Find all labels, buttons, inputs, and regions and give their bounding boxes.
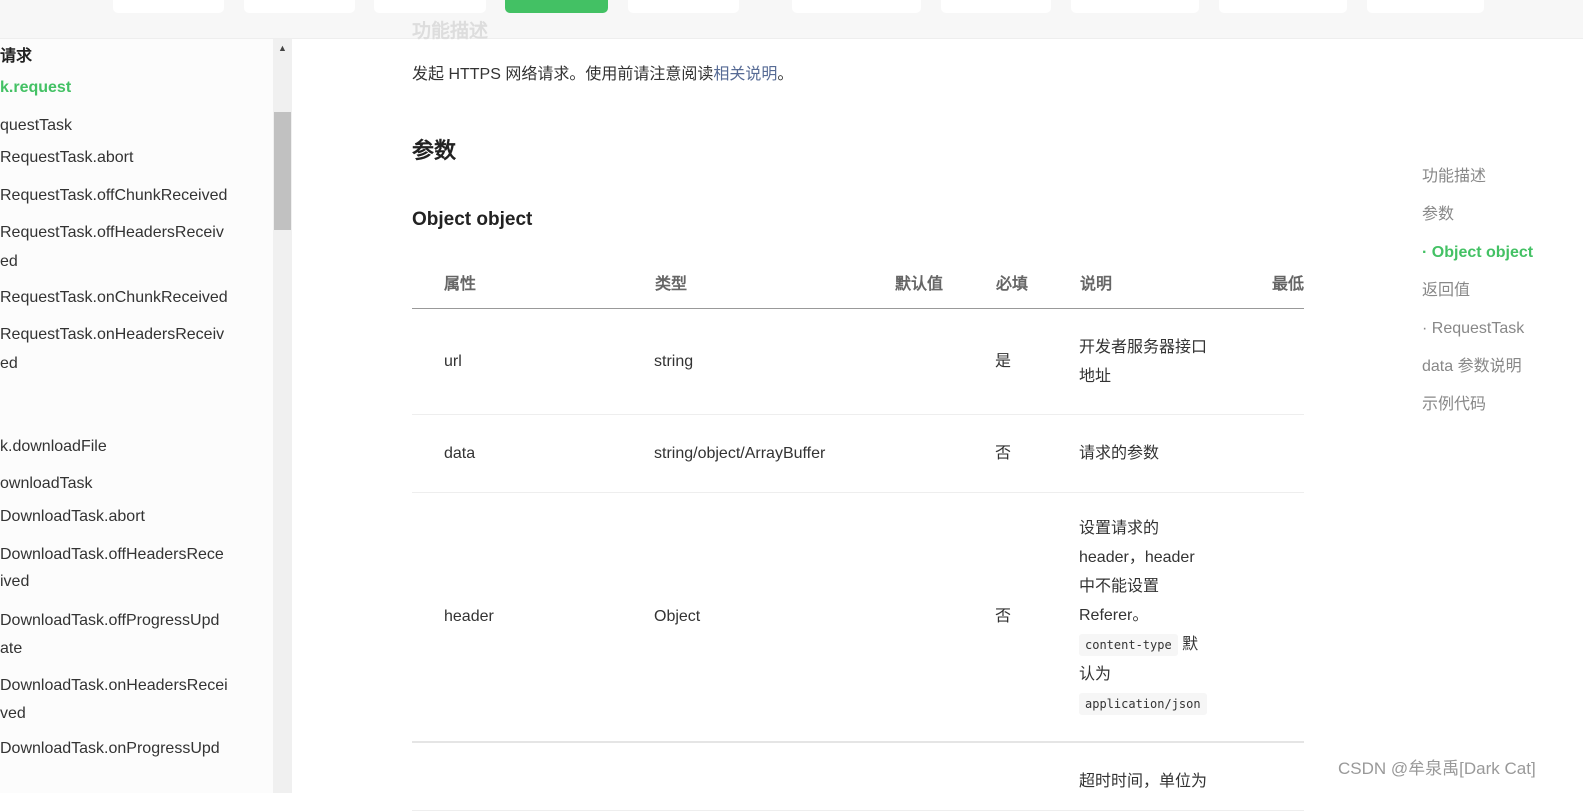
nav-tab[interactable] (1071, 0, 1199, 13)
cell-name: data (412, 414, 654, 493)
sidebar-item[interactable]: RequestTask.offHeadersReceiv (0, 219, 224, 247)
cell-name: header (412, 492, 654, 742)
nav-tab[interactable] (792, 0, 921, 13)
sidebar-item[interactable]: k.request (0, 74, 71, 102)
sidebar-item[interactable]: ownloadTask (0, 470, 93, 498)
desc-text: 设置请求的 header，header 中不能设置 Referer。 (1079, 520, 1195, 625)
section-title-ghost: 功能描述 (412, 21, 489, 42)
cell-default (894, 414, 995, 493)
params-heading: 参数 (412, 138, 457, 163)
sidebar-item[interactable]: ed (0, 350, 18, 378)
sidebar-item[interactable]: ed (0, 248, 18, 276)
toc-item[interactable]: 示例代码 (1422, 393, 1533, 431)
scroll-up-arrow-icon[interactable]: ▲ (278, 43, 287, 53)
sidebar-item[interactable]: DownloadTask.onProgressUpd (0, 735, 220, 763)
sidebar-item[interactable]: 请求 (0, 43, 32, 71)
table-row: data string/object/ArrayBuffer 否 请求的参数 (412, 414, 1304, 493)
sidebar-item[interactable]: RequestTask.onChunkReceived (0, 284, 228, 312)
sidebar-item[interactable]: ate (0, 635, 22, 663)
params-table: 属性 类型 默认值 必填 说明 最低 url string 是 开发者服务器接口… (412, 256, 1304, 811)
cell-required: 是 (995, 308, 1079, 415)
related-docs-link[interactable]: 相关说明 (713, 66, 777, 83)
sidebar-item[interactable]: ived (0, 568, 29, 596)
sidebar-item[interactable]: RequestTask.offChunkReceived (0, 182, 227, 210)
cell-desc: 超时时间，单位为 (1079, 741, 1271, 811)
toc-item[interactable]: · RequestTask (1422, 317, 1533, 355)
cell-desc: 开发者服务器接口地址 (1079, 308, 1271, 415)
description-text: 发起 HTTPS 网络请求。使用前请注意阅读 (412, 66, 714, 83)
cell-type: string (654, 308, 894, 415)
object-heading: Object object (412, 209, 533, 230)
cell-desc: 设置请求的 header，header 中不能设置 Referer。 conte… (1079, 492, 1271, 742)
sidebar-item[interactable]: RequestTask.abort (0, 144, 133, 172)
sidebar-nav: 请求 k.request questTask RequestTask.abort Req… (0, 39, 273, 793)
col-header: 默认值 (894, 256, 995, 309)
table-of-contents: 功能描述 参数 · Object object 返回值 · RequestTask dat… (1422, 165, 1533, 431)
nav-tab[interactable] (113, 0, 224, 13)
sidebar-item[interactable]: DownloadTask.offProgressUpd (0, 607, 219, 635)
sidebar-item[interactable]: RequestTask.onHeadersReceiv (0, 321, 224, 349)
nav-tab[interactable] (244, 0, 355, 13)
sidebar-item[interactable]: ved (0, 700, 26, 728)
nav-tab[interactable] (1219, 0, 1347, 13)
table-row: url string 是 开发者服务器接口地址 (412, 308, 1304, 415)
toc-item[interactable]: 参数 (1422, 203, 1533, 241)
col-header: 类型 (654, 256, 894, 309)
cell-default (894, 492, 995, 742)
sidebar-item[interactable]: DownloadTask.abort (0, 503, 145, 531)
table-row: 超时时间，单位为 (412, 741, 1304, 811)
cell-default (894, 308, 995, 415)
cell-type: Object (654, 492, 894, 742)
cell-name: url (412, 308, 654, 415)
toc-item[interactable]: 功能描述 (1422, 165, 1533, 203)
description-end: 。 (777, 66, 794, 83)
sidebar-item[interactable]: DownloadTask.onHeadersRecei (0, 672, 228, 700)
top-nav-bar (0, 0, 1583, 39)
api-description: 发起 HTTPS 网络请求。使用前请注意阅读相关说明。 (412, 60, 793, 84)
scrollbar-thumb[interactable] (274, 112, 291, 230)
nav-tab-active[interactable] (505, 0, 608, 13)
nav-tab[interactable] (628, 0, 739, 13)
sidebar-item[interactable]: questTask (0, 112, 72, 140)
inline-code: application/json (1079, 693, 1207, 716)
toc-item[interactable]: · Object object (1422, 241, 1533, 279)
cell-desc: 请求的参数 (1079, 414, 1271, 493)
cell-type: string/object/ArrayBuffer (654, 414, 894, 493)
sidebar-item[interactable]: DownloadTask.offHeadersRece (0, 541, 224, 569)
table-row: header Object 否 设置请求的 header，header 中不能设… (412, 492, 1304, 742)
sidebar-item[interactable]: k.downloadFile (0, 433, 107, 461)
cell-required: 否 (995, 414, 1079, 493)
inline-code: content-type (1079, 634, 1178, 657)
col-header: 最低 (1271, 256, 1304, 309)
col-header: 必填 (995, 256, 1079, 309)
sidebar-scrollbar[interactable]: ▲ (273, 39, 292, 793)
toc-item[interactable]: data 参数说明 (1422, 355, 1533, 393)
col-header: 属性 (412, 256, 654, 309)
nav-tab[interactable] (941, 0, 1051, 13)
col-header: 说明 (1079, 256, 1271, 309)
cell-required: 否 (995, 492, 1079, 742)
nav-tab[interactable] (374, 0, 486, 13)
toc-item[interactable]: 返回值 (1422, 279, 1533, 317)
watermark: CSDN @牟泉禹[Dark Cat] (1338, 759, 1536, 778)
nav-tab[interactable] (1367, 0, 1484, 13)
